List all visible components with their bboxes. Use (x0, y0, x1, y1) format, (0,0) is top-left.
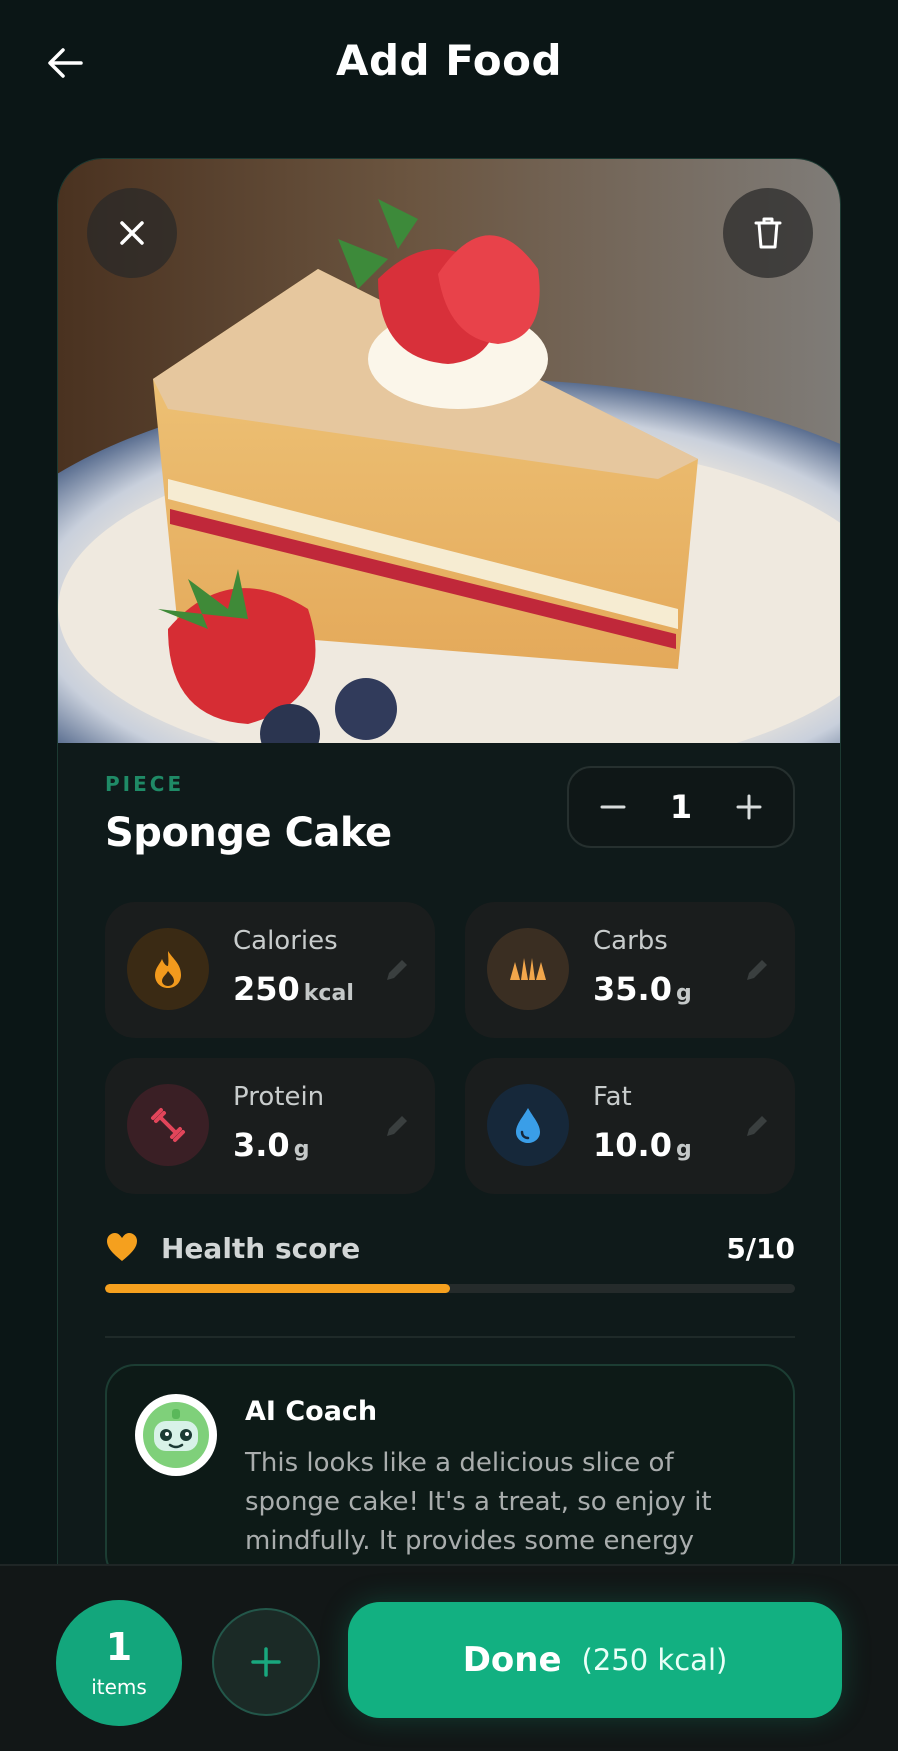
items-count-button[interactable]: 1 items (56, 1600, 182, 1726)
health-score: Health score 5/10 (105, 1228, 795, 1298)
carbs-label: Carbs (593, 926, 668, 956)
food-photo (58, 159, 840, 743)
carbs-value-row: 35.0 g (593, 970, 692, 1008)
header: Add Food (0, 0, 898, 130)
carbs-unit: g (675, 981, 692, 1006)
done-kcal: (250 kcal) (581, 1643, 728, 1677)
items-count: 1 (105, 1625, 133, 1669)
fat-label: Fat (593, 1082, 632, 1112)
decrement-button[interactable] (595, 789, 631, 825)
carbs-value: 35.0 (593, 970, 672, 1008)
fat-unit: g (675, 1137, 692, 1162)
pencil-icon[interactable] (743, 956, 771, 984)
fat-value-row: 10.0 g (593, 1126, 692, 1164)
pencil-icon[interactable] (743, 1112, 771, 1140)
delete-button[interactable] (723, 188, 813, 278)
fat-value: 10.0 (593, 1126, 672, 1164)
protein-unit: g (293, 1137, 310, 1162)
done-label: Done (462, 1640, 562, 1680)
ai-coach-message: This looks like a delicious slice of spo… (245, 1448, 712, 1556)
plus-icon (251, 1647, 281, 1677)
health-score-bar (105, 1284, 795, 1293)
food-info: PIECE Sponge Cake 1 (105, 766, 795, 856)
nutrition-grid: Calories 250 kcal Carbs 35.0 g Protein 3… (105, 902, 795, 1194)
carbs-card[interactable]: Carbs 35.0 g (465, 902, 795, 1038)
calories-unit: kcal (303, 981, 354, 1006)
close-button[interactable] (87, 188, 177, 278)
bottom-bar: 1 items Done (250 kcal) (0, 1564, 898, 1751)
plus-icon (736, 794, 762, 820)
flame-icon (127, 928, 209, 1010)
dumbbell-icon (127, 1084, 209, 1166)
health-score-fill (105, 1284, 450, 1293)
increment-button[interactable] (731, 789, 767, 825)
protein-label: Protein (233, 1082, 325, 1112)
items-label: items (91, 1675, 147, 1699)
protein-value-row: 3.0 g (233, 1126, 309, 1164)
page-title: Add Food (335, 36, 563, 85)
add-item-button[interactable] (212, 1608, 320, 1716)
quantity-stepper: 1 (567, 766, 795, 848)
calories-card[interactable]: Calories 250 kcal (105, 902, 435, 1038)
divider (105, 1336, 795, 1338)
ai-coach-title: AI Coach (245, 1396, 378, 1427)
ai-coach-card: AI Coach This looks like a delicious sli… (105, 1364, 795, 1584)
close-icon (120, 221, 144, 245)
heart-icon (107, 1233, 137, 1261)
done-button[interactable]: Done (250 kcal) (348, 1602, 842, 1718)
quantity-value: 1 (669, 788, 693, 826)
trash-icon (754, 217, 782, 249)
robot-avatar-icon (135, 1394, 217, 1476)
fat-card[interactable]: Fat 10.0 g (465, 1058, 795, 1194)
calories-label: Calories (233, 926, 338, 956)
protein-card[interactable]: Protein 3.0 g (105, 1058, 435, 1194)
drop-icon (487, 1084, 569, 1166)
health-score-value: 5/10 (726, 1232, 795, 1265)
pencil-icon[interactable] (383, 956, 411, 984)
protein-value: 3.0 (233, 1126, 290, 1164)
calories-value-row: 250 kcal (233, 970, 354, 1008)
calories-value: 250 (233, 970, 300, 1008)
bread-icon (487, 928, 569, 1010)
health-score-label: Health score (161, 1232, 361, 1265)
minus-icon (600, 805, 626, 809)
pencil-icon[interactable] (383, 1112, 411, 1140)
